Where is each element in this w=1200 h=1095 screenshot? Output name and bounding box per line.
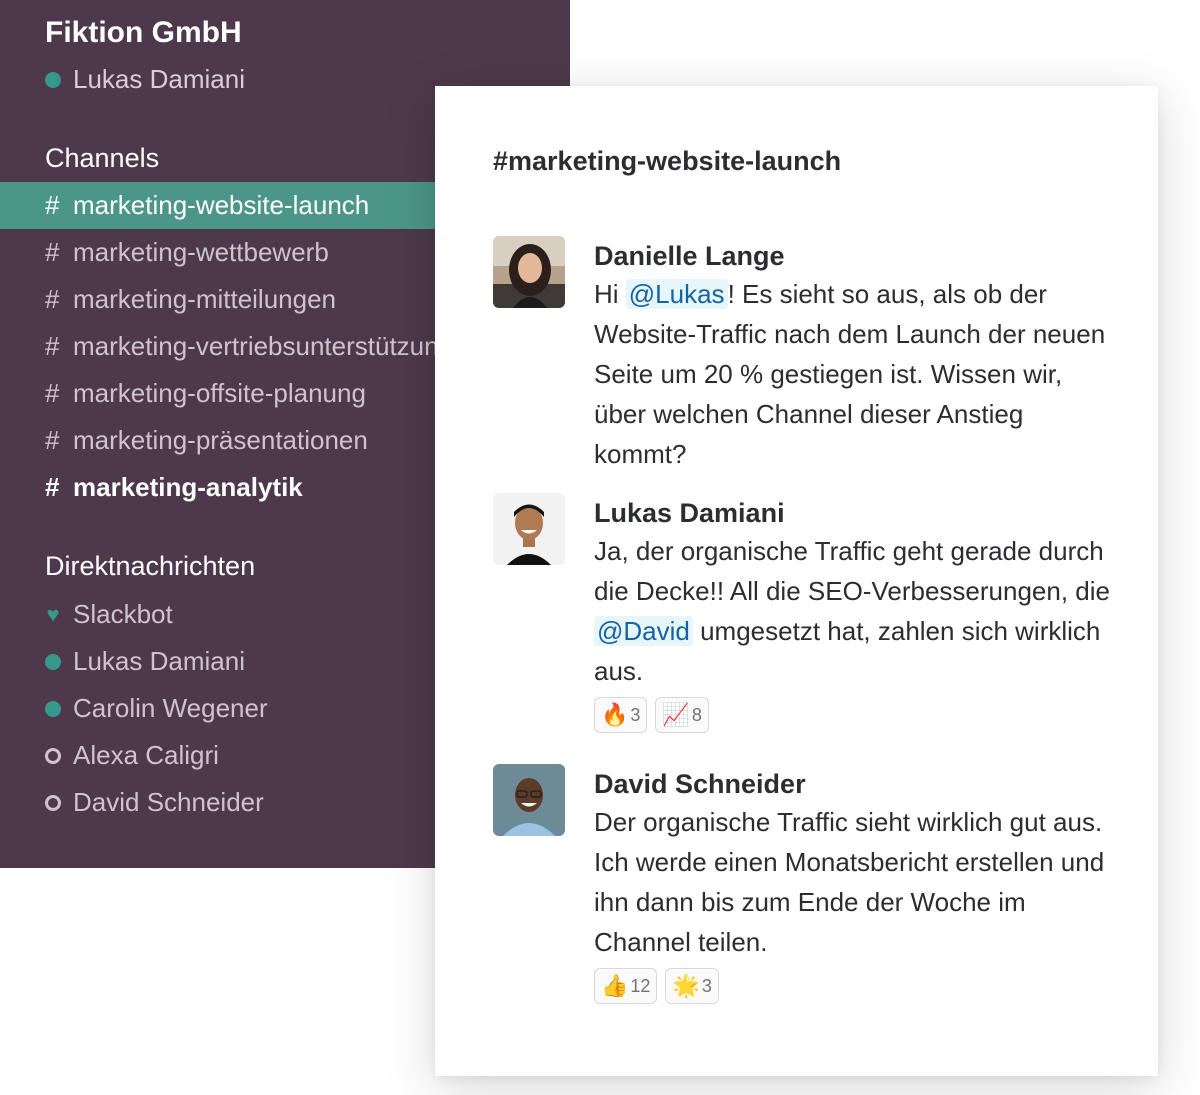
dm-label: Slackbot: [73, 599, 173, 629]
channel-label: marketing-website-launch: [73, 190, 370, 220]
hash-icon: #: [45, 190, 60, 220]
presence-away-icon: [45, 747, 61, 764]
message-pane: #marketing-website-launch Danielle Lange…: [435, 86, 1158, 1076]
heart-icon: ♥: [46, 601, 60, 627]
avatar[interactable]: [493, 764, 565, 836]
dm-label: Carolin Wegener: [73, 693, 268, 723]
direct-messages-heading[interactable]: Direktnachrichten: [45, 551, 255, 582]
message-text: Hi @Lukas! Es sieht so aus, als ob der W…: [594, 274, 1114, 474]
workspace-name[interactable]: Fiktion GmbH: [45, 16, 242, 50]
presence-online-icon: [45, 71, 61, 88]
current-user[interactable]: Lukas Damiani: [45, 64, 245, 95]
glowing-star-icon: 🌟: [672, 973, 700, 998]
reaction-star[interactable]: 🌟 3: [665, 968, 719, 1004]
dm-label: Alexa Caligri: [73, 740, 219, 770]
presence-online-icon: [45, 653, 61, 670]
user-mention[interactable]: @David: [594, 616, 693, 646]
reaction-count: 3: [701, 975, 712, 996]
channel-label: marketing-präsentationen: [73, 425, 368, 455]
hash-icon: #: [45, 237, 60, 267]
reaction-chart[interactable]: 📈 8: [655, 697, 709, 733]
channels-heading[interactable]: Channels: [45, 143, 159, 174]
user-mention[interactable]: @Lukas: [625, 279, 728, 309]
reaction-thumbsup[interactable]: 👍 12: [594, 968, 658, 1004]
reaction-bar: 🔥 3 📈 8: [594, 697, 1114, 733]
hash-icon: #: [45, 331, 60, 361]
avatar[interactable]: [493, 236, 565, 308]
reaction-fire[interactable]: 🔥 3: [594, 697, 648, 733]
message-text-part: Hi: [594, 279, 626, 309]
presence-online-icon: [45, 700, 61, 717]
reaction-count: 12: [630, 975, 651, 996]
channel-label: marketing-vertriebsunterstützung: [73, 331, 454, 361]
current-user-name: Lukas Damiani: [73, 64, 245, 94]
reaction-count: 8: [691, 704, 702, 725]
reaction-count: 3: [630, 704, 641, 725]
message-author[interactable]: Lukas Damiani: [594, 495, 1114, 531]
chart-increasing-icon: 📈: [662, 702, 690, 727]
thumbs-up-icon: 👍: [601, 973, 629, 998]
channel-label: marketing-wettbewerb: [73, 237, 329, 267]
channel-label: marketing-mitteilungen: [73, 284, 337, 314]
hash-icon: #: [45, 378, 60, 408]
dm-label: Lukas Damiani: [73, 646, 245, 676]
message-text-part: Ja, der organische Traffic geht gerade d…: [594, 536, 1110, 606]
channel-title[interactable]: #marketing-website-launch: [493, 146, 841, 177]
hash-icon: #: [45, 472, 60, 502]
message-author[interactable]: Danielle Lange: [594, 238, 1114, 274]
message-author[interactable]: David Schneider: [594, 766, 1114, 802]
reaction-bar: 👍 12 🌟 3: [594, 968, 1114, 1004]
hash-icon: #: [45, 425, 60, 455]
message-text: Ja, der organische Traffic geht gerade d…: [594, 531, 1114, 691]
channel-label: marketing-offsite-planung: [73, 378, 366, 408]
presence-away-icon: [45, 794, 61, 811]
fire-icon: 🔥: [601, 702, 629, 727]
dm-label: David Schneider: [73, 787, 264, 817]
message-text: Der organische Traffic sieht wirklich gu…: [594, 807, 1105, 957]
hash-icon: #: [45, 284, 60, 314]
channel-label: marketing-analytik: [73, 472, 303, 502]
avatar[interactable]: [493, 493, 565, 565]
